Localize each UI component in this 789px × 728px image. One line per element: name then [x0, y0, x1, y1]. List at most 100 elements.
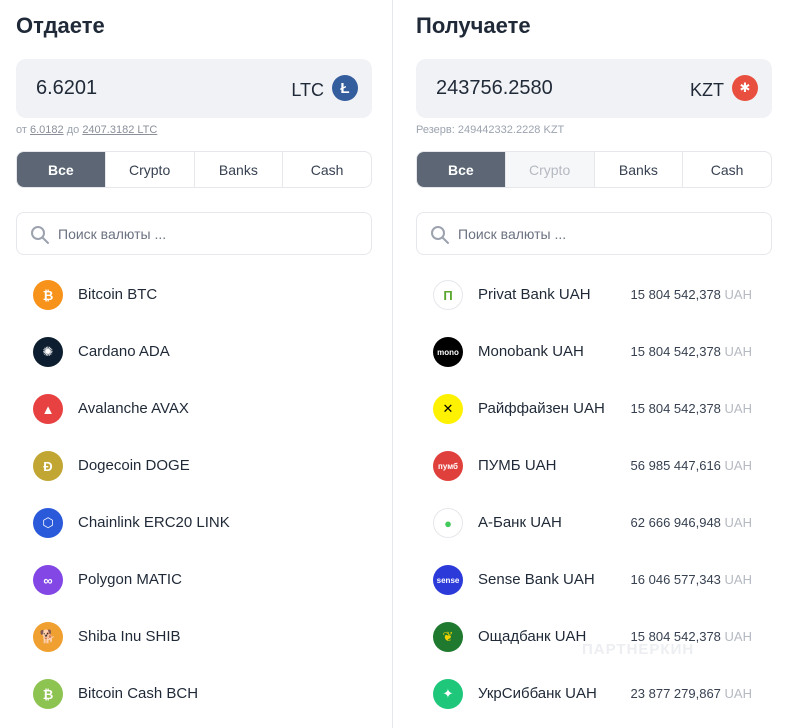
currency-reserve: 15 804 542,378 UAH	[631, 287, 752, 302]
sense-bank-icon: sense	[433, 565, 463, 595]
reserve-amount: 56 985 447,616	[630, 458, 721, 473]
currency-reserve: 56 985 447,616 UAH	[631, 458, 752, 473]
list-item[interactable]: ▲ Avalanche AVAX	[16, 380, 372, 437]
currency-reserve: 23 877 279,867 UAH	[631, 686, 752, 701]
receive-tab-banks[interactable]: Banks	[593, 152, 683, 187]
currency-reserve: 16 046 577,343 UAH	[631, 572, 752, 587]
give-tab-banks[interactable]: Banks	[193, 152, 283, 187]
currency-name: Avalanche AVAX	[78, 400, 189, 417]
list-item[interactable]: ● А-Банк UAH 62 666 946,948 UAH	[416, 494, 772, 551]
list-item[interactable]: sense Sense Bank UAH 16 046 577,343 UAH	[416, 551, 772, 608]
give-tab-all[interactable]: Все	[17, 152, 105, 187]
receive-amount-value[interactable]: 243756.2580	[436, 77, 553, 100]
reserve-unit: UAH	[724, 686, 752, 701]
polygon-icon: ∞	[33, 565, 63, 595]
give-tab-crypto[interactable]: Crypto	[104, 152, 194, 187]
currency-name: Monobank UAH	[478, 343, 584, 360]
list-item[interactable]: ✕ Райффайзен UAH 15 804 542,378 UAH	[416, 380, 772, 437]
reserve-unit: UAH	[724, 287, 752, 302]
shiba-inu-icon: 🐕	[33, 622, 63, 652]
reserve-amount: 16 046 577,343	[630, 572, 721, 587]
currency-name: Райффайзен UAH	[478, 400, 605, 417]
litecoin-icon: Ł	[332, 75, 358, 101]
reserve-unit: UAH	[724, 344, 752, 359]
list-item[interactable]: mono Monobank UAH 15 804 542,378 UAH	[416, 323, 772, 380]
receive-filter-tabs: Все Crypto Banks Cash	[416, 151, 772, 188]
cardano-icon: ✺	[33, 337, 63, 367]
give-search-input[interactable]	[58, 213, 358, 254]
give-amount-field[interactable]: 6.6201 LTC Ł	[16, 59, 372, 118]
currency-name: Shiba Inu SHIB	[78, 628, 181, 645]
give-amount-value[interactable]: 6.6201	[36, 77, 97, 100]
currency-name: Chainlink ERC20 LINK	[78, 514, 230, 531]
give-title: Отдаете	[16, 13, 105, 38]
kzt-currency-icon: ✱	[732, 75, 758, 101]
currency-name: ПУМБ UAH	[478, 457, 557, 474]
give-currency-code: LTC	[291, 80, 324, 100]
chainlink-icon: ⬡	[33, 508, 63, 538]
receive-tab-crypto[interactable]: Crypto	[504, 152, 594, 187]
give-filter-tabs: Все Crypto Banks Cash	[16, 151, 372, 188]
give-tab-cash[interactable]: Cash	[282, 152, 371, 187]
list-item[interactable]: ✦ УкрСиббанк UAH 23 877 279,867 UAH	[416, 665, 772, 722]
currency-name: Polygon MATIC	[78, 571, 182, 588]
watermark: ПАРТНЕРКИН	[582, 641, 695, 658]
pumb-icon: пумб	[433, 451, 463, 481]
list-item[interactable]: П Privat Bank UAH 15 804 542,378 UAH	[416, 266, 772, 323]
currency-name: Cardano ADA	[78, 343, 170, 360]
receive-search-input[interactable]	[458, 213, 758, 254]
list-item[interactable]: пумб ПУМБ UAH 56 985 447,616 UAH	[416, 437, 772, 494]
reserve-amount: 15 804 542,378	[630, 401, 721, 416]
currency-name: Dogecoin DOGE	[78, 457, 190, 474]
give-limits-hint: от 6.0182 до 2407.3182 LTC	[16, 124, 158, 136]
receive-currency-code: KZT	[690, 80, 724, 100]
receive-title: Получаете	[416, 13, 531, 38]
currency-name: Sense Bank UAH	[478, 571, 595, 588]
receive-amount-field[interactable]: 243756.2580 KZT ✱	[416, 59, 772, 118]
reserve-amount: 15 804 542,378	[630, 287, 721, 302]
currency-reserve: 15 804 542,378 UAH	[631, 401, 752, 416]
receive-reserve-hint: Резерв: 249442332.2228 KZT	[416, 124, 565, 136]
reserve-unit: UAH	[724, 572, 752, 587]
list-item[interactable]: ⬡ Chainlink ERC20 LINK	[16, 494, 372, 551]
avalanche-icon: ▲	[33, 394, 63, 424]
reserve-amount: 23 877 279,867	[630, 686, 721, 701]
ukrsibbank-icon: ✦	[433, 679, 463, 709]
receive-tab-cash[interactable]: Cash	[682, 152, 771, 187]
oschadbank-icon: ❦	[433, 622, 463, 652]
search-icon	[31, 226, 49, 244]
column-divider	[392, 0, 393, 728]
currency-name: Privat Bank UAH	[478, 286, 591, 303]
search-icon	[431, 226, 449, 244]
currency-reserve: 15 804 542,378 UAH	[631, 344, 752, 359]
bitcoin-cash-icon: ₿	[33, 679, 63, 709]
give-currency-list: ₿ Bitcoin BTC ✺ Cardano ADA ▲ Avalanche AVAX Ð…	[16, 266, 372, 722]
give-min-link[interactable]: 6.0182	[30, 124, 64, 136]
currency-name: А-Банк UAH	[478, 514, 562, 531]
reserve-amount: 15 804 542,378	[630, 344, 721, 359]
list-item[interactable]: ∞ Polygon MATIC	[16, 551, 372, 608]
list-item[interactable]: ₿ Bitcoin Cash BCH	[16, 665, 372, 722]
list-item[interactable]: ₿ Bitcoin BTC	[16, 266, 372, 323]
receive-search-box	[416, 212, 772, 255]
list-item[interactable]: Ð Dogecoin DOGE	[16, 437, 372, 494]
currency-name: Bitcoin Cash BCH	[78, 685, 199, 702]
give-max-link[interactable]: 2407.3182 LTC	[82, 124, 157, 136]
abank-icon: ●	[433, 508, 463, 538]
bitcoin-icon: ₿	[33, 280, 63, 310]
reserve-unit: UAH	[724, 458, 752, 473]
list-item[interactable]: ✺ Cardano ADA	[16, 323, 372, 380]
currency-name: Bitcoin BTC	[78, 286, 158, 303]
receive-tab-all[interactable]: Все	[417, 152, 505, 187]
currency-name: УкрСиббанк UAH	[478, 685, 597, 702]
monobank-icon: mono	[433, 337, 463, 367]
privatbank-icon: П	[433, 280, 463, 310]
raiffeisen-icon: ✕	[433, 394, 463, 424]
currency-reserve: 62 666 946,948 UAH	[631, 515, 752, 530]
exchange-widget: Отдаете 6.6201 LTC Ł от 6.0182 до 2407.3…	[0, 0, 789, 728]
reserve-unit: UAH	[724, 515, 752, 530]
reserve-unit: UAH	[724, 401, 752, 416]
list-item[interactable]: 🐕 Shiba Inu SHIB	[16, 608, 372, 665]
give-search-box	[16, 212, 372, 255]
currency-name: Ощадбанк UAH	[478, 628, 587, 645]
